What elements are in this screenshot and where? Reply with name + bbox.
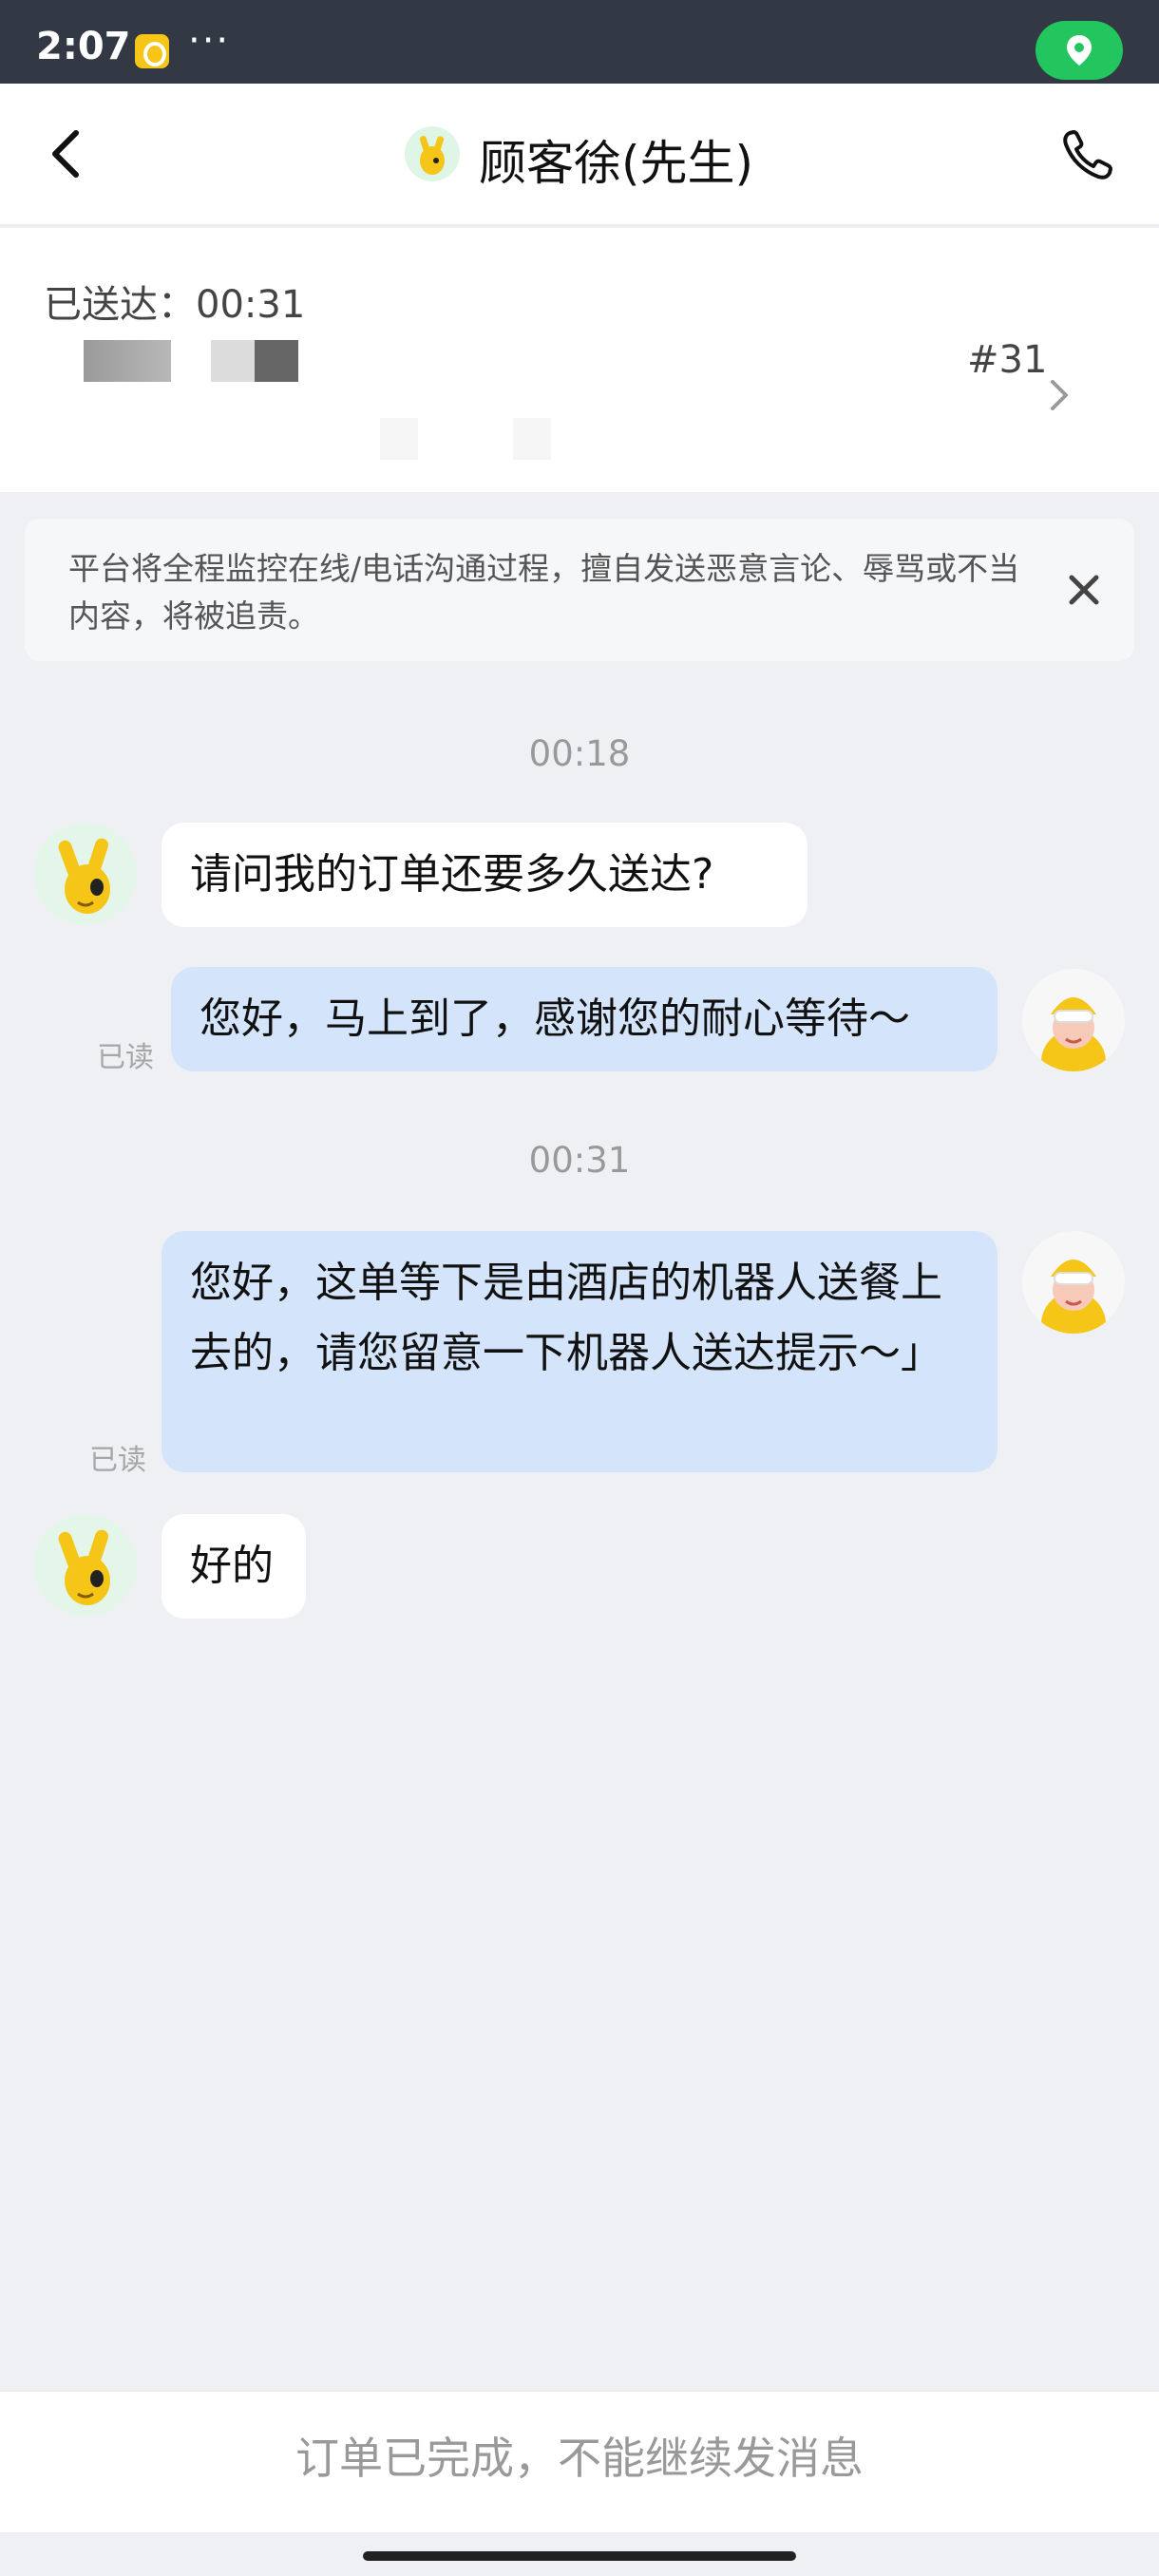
order-card[interactable]: 已送达：00:31 #31 [0,228,1159,492]
message-bubble[interactable]: 请问我的订单还要多久送达? [162,823,808,927]
home-indicator[interactable] [363,2551,796,2561]
location-indicator[interactable] [1036,21,1123,80]
customer-avatar[interactable] [34,823,137,925]
order-number: #31 [967,338,1048,382]
message-bubble[interactable]: 您好，这单等下是由酒店的机器人送餐上去的，请您留意一下机器人送达提示～」 [162,1231,998,1472]
redacted-block [84,340,171,382]
message-timestamp: 00:31 [528,1140,631,1181]
rider-avatar[interactable] [1022,1231,1125,1334]
redacted-block [211,340,298,382]
message-bubble[interactable]: 您好，马上到了，感谢您的耐心等待～ [171,967,998,1071]
redacted-block [513,418,551,460]
redacted-block [380,418,418,460]
order-status: 已送达：00:31 [44,283,306,327]
rider-avatar[interactable] [1022,969,1125,1071]
read-status: 已读 [89,1444,146,1477]
phone-icon[interactable] [1056,125,1117,186]
customer-avatar[interactable] [34,1514,137,1617]
location-icon [1067,35,1092,66]
message-bubble[interactable]: 好的 [162,1514,306,1619]
back-icon[interactable] [38,123,99,184]
order-completed-notice: 订单已完成，不能继续发消息 [295,2433,864,2484]
status-time: 2:07 [36,25,131,68]
close-icon[interactable] [1064,570,1104,610]
page-title: 顾客徐(先生) [479,136,754,191]
more-notifications-icon: ··· [188,19,231,63]
avatar [405,126,460,181]
status-bar: 2:07 ··· [0,0,1159,84]
input-disabled-bar: 订单已完成，不能继续发消息 [0,2390,1159,2532]
chevron-right-icon[interactable] [1043,376,1075,414]
read-status: 已读 [97,1041,154,1074]
chat-header: 顾客徐(先生) [0,84,1159,226]
app-notification-icon [135,34,169,68]
message-timestamp: 00:18 [528,733,631,774]
monitoring-notice: 平台将全程监控在线/电话沟通过程，擅自发送恶意言论、辱骂或不当内容，将被追责。 [25,519,1134,661]
notice-text: 平台将全程监控在线/电话沟通过程，擅自发送恶意言论、辱骂或不当内容，将被追责。 [68,550,1020,635]
